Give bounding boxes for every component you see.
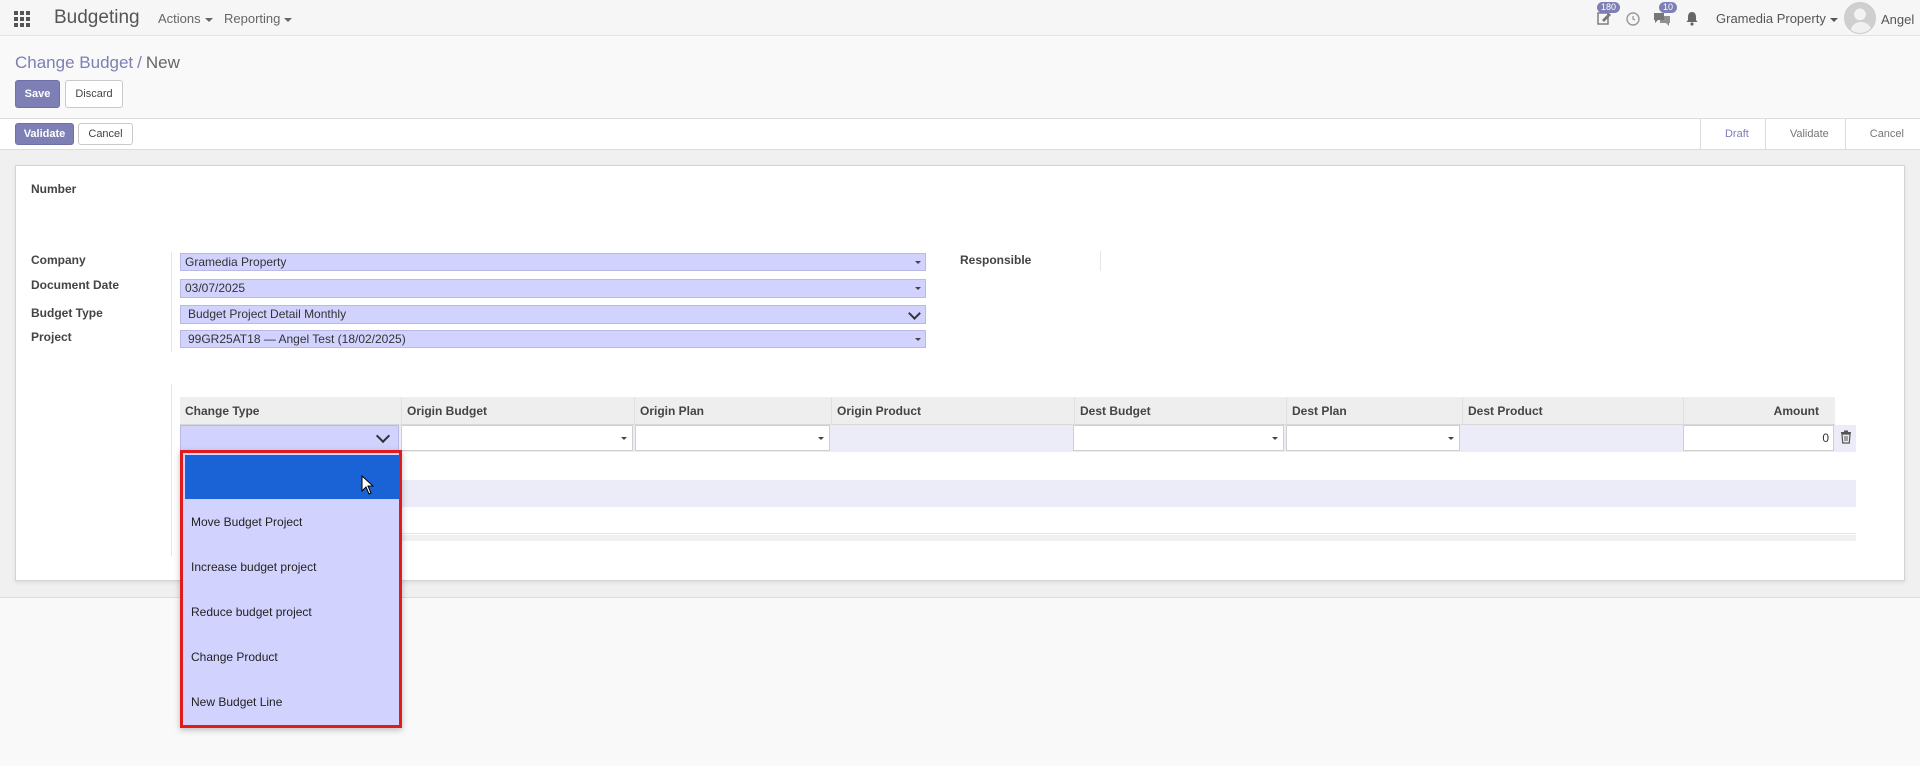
col-change-type[interactable]: Change Type bbox=[180, 397, 401, 425]
responsible-divider bbox=[1100, 251, 1101, 271]
document-date-label: Document Date bbox=[31, 278, 120, 292]
label-divider bbox=[171, 252, 172, 352]
dropdown-option-reduce-budget-project[interactable]: Reduce budget project bbox=[191, 605, 312, 619]
col-dest-budget[interactable]: Dest Budget bbox=[1074, 397, 1286, 425]
project-select[interactable]: 99GR25AT18 — Angel Test (18/02/2025) bbox=[180, 330, 926, 348]
user-name[interactable]: Angel bbox=[1881, 12, 1914, 27]
col-origin-plan[interactable]: Origin Plan bbox=[634, 397, 831, 425]
menu-reporting[interactable]: Reporting bbox=[224, 11, 293, 26]
amount-input[interactable]: 0 bbox=[1683, 425, 1834, 451]
cancel-button[interactable]: Cancel bbox=[78, 123, 133, 145]
project-label: Project bbox=[31, 330, 72, 344]
table-divider bbox=[171, 384, 172, 556]
save-button[interactable]: Save bbox=[15, 80, 60, 108]
stage-cancel[interactable]: Cancel bbox=[1844, 119, 1920, 149]
discard-button[interactable]: Discard bbox=[65, 80, 123, 108]
company-select[interactable]: Gramedia Property bbox=[180, 253, 926, 271]
budget-type-select[interactable]: Budget Project Detail Monthly bbox=[180, 305, 926, 324]
col-dest-plan[interactable]: Dest Plan bbox=[1286, 397, 1462, 425]
col-amount[interactable]: Amount bbox=[1683, 397, 1835, 425]
number-label: Number bbox=[31, 182, 77, 196]
trash-icon[interactable] bbox=[1840, 430, 1852, 444]
company-switcher[interactable]: Gramedia Property bbox=[1716, 11, 1838, 26]
dropdown-option-move-budget-project[interactable]: Move Budget Project bbox=[191, 515, 302, 529]
change-type-select[interactable] bbox=[180, 425, 399, 451]
document-date-value: 03/07/2025 bbox=[185, 281, 246, 295]
menu-actions[interactable]: Actions bbox=[158, 11, 213, 26]
clock-icon[interactable] bbox=[1625, 10, 1643, 28]
col-origin-budget[interactable]: Origin Budget bbox=[401, 397, 634, 425]
breadcrumb: Change Budget / New bbox=[15, 53, 180, 73]
company-switcher-label: Gramedia Property bbox=[1716, 11, 1826, 26]
budget-type-label: Budget Type bbox=[31, 306, 103, 320]
status-bar: Draft Validate Cancel bbox=[0, 118, 1920, 150]
menu-actions-label: Actions bbox=[158, 11, 201, 26]
table-row-empty bbox=[180, 507, 1856, 534]
table-footer bbox=[180, 535, 1856, 541]
apps-menu-icon[interactable] bbox=[14, 11, 30, 27]
stage-pipeline: Draft Validate Cancel bbox=[1699, 119, 1920, 149]
menu-reporting-label: Reporting bbox=[224, 11, 281, 26]
project-value: 99GR25AT18 — Angel Test (18/02/2025) bbox=[188, 332, 406, 346]
document-date-input[interactable]: 03/07/2025 bbox=[180, 279, 926, 298]
breadcrumb-parent[interactable]: Change Budget bbox=[15, 53, 133, 72]
top-navbar: Budgeting Actions Reporting 180 10 Grame… bbox=[0, 0, 1920, 36]
dropdown-option-increase-budget-project[interactable]: Increase budget project bbox=[191, 560, 316, 574]
user-avatar[interactable] bbox=[1844, 2, 1876, 34]
dest-plan-input[interactable] bbox=[1286, 425, 1460, 451]
validate-button[interactable]: Validate bbox=[15, 123, 74, 145]
dropdown-option-change-product[interactable]: Change Product bbox=[191, 650, 278, 664]
origin-budget-input[interactable] bbox=[401, 425, 633, 451]
table-row-stripe bbox=[180, 480, 1856, 507]
activity-icon[interactable]: 180 bbox=[1596, 2, 1620, 28]
messages-icon[interactable]: 10 bbox=[1653, 2, 1677, 28]
breadcrumb-current: New bbox=[145, 53, 180, 72]
chevron-down-icon bbox=[375, 428, 391, 444]
col-dest-product[interactable]: Dest Product bbox=[1462, 397, 1683, 425]
breadcrumb-separator: / bbox=[137, 53, 142, 72]
responsible-label: Responsible bbox=[960, 253, 1032, 267]
col-origin-product[interactable]: Origin Product bbox=[831, 397, 1074, 425]
company-label: Company bbox=[31, 253, 86, 267]
mouse-cursor-icon bbox=[361, 474, 375, 495]
origin-plan-input[interactable] bbox=[635, 425, 830, 451]
activity-badge: 180 bbox=[1596, 2, 1620, 13]
app-title: Budgeting bbox=[54, 7, 140, 28]
company-value: Gramedia Property bbox=[185, 255, 287, 269]
bell-icon[interactable] bbox=[1684, 10, 1702, 28]
chevron-down-icon bbox=[908, 307, 921, 320]
control-panel bbox=[0, 36, 1920, 118]
budget-type-value: Budget Project Detail Monthly bbox=[188, 307, 347, 321]
stage-draft[interactable]: Draft bbox=[1699, 119, 1765, 149]
stage-validate[interactable]: Validate bbox=[1764, 119, 1845, 149]
dest-budget-input[interactable] bbox=[1073, 425, 1284, 451]
messages-badge: 10 bbox=[1658, 2, 1677, 13]
dropdown-option-new-budget-line[interactable]: New Budget Line bbox=[191, 695, 282, 709]
